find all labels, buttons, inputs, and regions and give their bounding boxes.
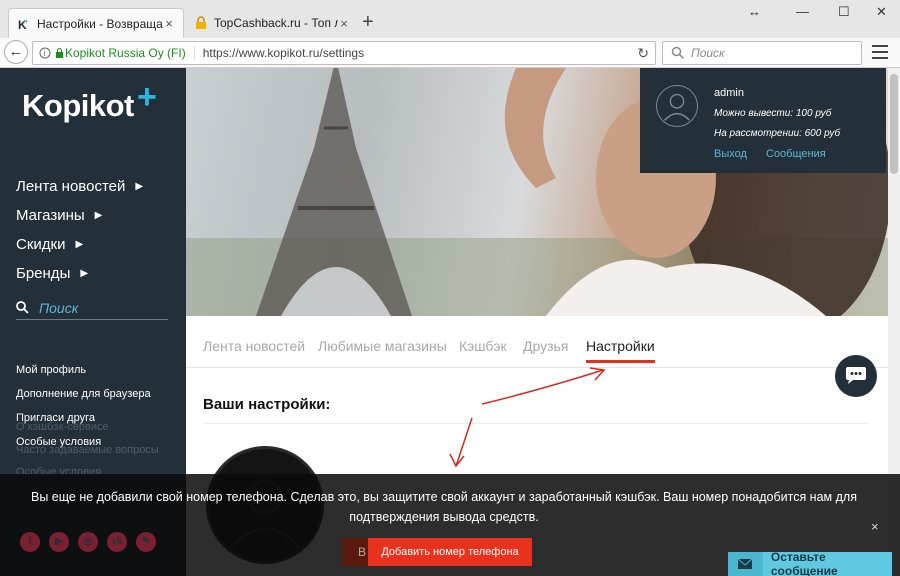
maximize-button[interactable]: ☐ xyxy=(838,4,850,20)
message-line: подтверждения вывода средств. xyxy=(349,510,539,524)
tab-close-icon[interactable]: × xyxy=(163,16,175,31)
chevron-right-icon: ▶ xyxy=(94,210,103,221)
page-title: Ваши настройки: xyxy=(203,396,331,413)
profile-tabs: Лента новостей Любимые магазины Кэшбэк Д… xyxy=(186,316,888,368)
tab-close-icon[interactable]: × xyxy=(338,16,350,31)
phone-notification-message: Вы еще не добавили свой номер телефона. … xyxy=(0,487,888,527)
hamburger-menu-icon[interactable] xyxy=(872,45,888,63)
browser-search-input[interactable]: Поиск xyxy=(662,41,862,65)
sidebar-item-news[interactable]: Лента новостей ▶ xyxy=(16,178,143,195)
minimize-button[interactable]: — xyxy=(796,4,809,19)
chevron-right-icon: ▶ xyxy=(75,239,84,250)
chevron-right-icon: ▶ xyxy=(80,268,89,279)
withdraw-label: Можно вывести: xyxy=(714,108,796,119)
scrollbar-thumb[interactable] xyxy=(890,74,898,174)
tab-favorite-shops[interactable]: Любимые магазины xyxy=(318,338,447,354)
close-window-button[interactable]: ✕ xyxy=(876,4,887,20)
browser-tab-bar: K+ Настройки - Возвращайт... × TopCashba… xyxy=(0,0,900,38)
logout-link[interactable]: Выход xyxy=(714,148,747,160)
tab-cashback[interactable]: Кэшбэк xyxy=(459,338,507,354)
kopikot-logo[interactable]: Kopikot xyxy=(22,88,134,124)
link-invite-friend[interactable]: Пригласи друга xyxy=(16,412,95,424)
new-tab-button[interactable]: + xyxy=(362,12,374,32)
leave-message-button[interactable]: Оставьте сообщение xyxy=(728,550,892,576)
withdraw-value: 100 руб xyxy=(795,108,832,119)
user-avatar-icon[interactable] xyxy=(656,85,698,127)
link-my-profile[interactable]: Мой профиль xyxy=(16,364,86,376)
blog-icon[interactable]: ✎ xyxy=(136,532,156,552)
withdraw-row: Можно вывести: 100 руб xyxy=(714,108,831,119)
pending-row: На рассмотрении: 600 руб xyxy=(714,128,840,139)
tab-title: TopCashback.ru - Топ лу... xyxy=(214,16,338,30)
resize-icon[interactable]: ↔ xyxy=(748,4,761,19)
svg-text:+: + xyxy=(24,17,29,26)
reload-icon[interactable]: ↻ xyxy=(637,45,655,62)
envelope-icon xyxy=(728,552,763,576)
overlay-close-icon[interactable]: × xyxy=(871,519,879,534)
site-info-icon[interactable]: i xyxy=(39,47,65,59)
annotation-arrows xyxy=(449,367,606,468)
lock-favicon-icon xyxy=(196,16,206,29)
tab-settings[interactable]: Настройки xyxy=(586,338,655,363)
messages-link[interactable]: Сообщения xyxy=(766,148,826,160)
add-phone-button[interactable]: Добавить номер телефона xyxy=(368,538,532,566)
tab-news[interactable]: Лента новостей xyxy=(203,338,305,354)
tab-friends[interactable]: Друзья xyxy=(523,338,568,354)
search-icon xyxy=(16,301,29,314)
chat-bubble-icon[interactable] xyxy=(835,355,877,397)
browser-nav-bar: ← i Kopikot Russia Oy (FI) https://www.k… xyxy=(0,38,900,68)
chevron-right-icon: ▶ xyxy=(135,181,144,192)
instagram-icon[interactable]: ◎ xyxy=(78,532,98,552)
username: admin xyxy=(714,87,744,99)
svg-text:i: i xyxy=(44,49,46,58)
logo-plus-icon: + xyxy=(137,78,157,116)
url-text[interactable]: https://www.kopikot.ru/settings xyxy=(203,46,638,60)
pending-label: На рассмотрении: xyxy=(714,128,805,139)
kopikot-favicon-icon: K+ xyxy=(18,17,29,31)
sidebar-item-label: Бренды xyxy=(16,265,71,282)
address-bar[interactable]: i Kopikot Russia Oy (FI) https://www.kop… xyxy=(32,41,656,65)
browser-tab-kopikot[interactable]: K+ Настройки - Возвращайт... × xyxy=(8,8,184,38)
link-browser-addon[interactable]: Дополнение для браузера xyxy=(16,388,151,400)
facebook-icon[interactable]: f xyxy=(20,532,40,552)
message-line: Вы еще не добавили свой номер телефона. … xyxy=(31,490,857,504)
user-panel: admin Можно вывести: 100 руб На рассмотр… xyxy=(640,68,886,173)
sidebar-item-brands[interactable]: Бренды ▶ xyxy=(16,265,88,282)
search-placeholder: Поиск xyxy=(691,46,725,60)
sidebar-search-input[interactable]: Поиск xyxy=(16,296,168,320)
vk-icon[interactable]: vk xyxy=(107,532,127,552)
browser-tab-topcashback[interactable]: TopCashback.ru - Топ лу... × xyxy=(186,8,358,38)
search-placeholder: Поиск xyxy=(39,299,79,316)
sidebar-item-label: Магазины xyxy=(16,207,85,224)
pending-value: 600 руб xyxy=(804,128,841,139)
sidebar-item-discounts[interactable]: Скидки ▶ xyxy=(16,236,83,253)
sidebar-item-label: Скидки xyxy=(16,236,66,253)
back-button[interactable]: ← xyxy=(4,40,28,64)
tab-title: Настройки - Возвращайт... xyxy=(37,16,163,31)
link-special-terms[interactable]: Особые условия xyxy=(16,436,101,448)
sidebar-item-label: Лента новостей xyxy=(16,178,126,195)
sidebar-item-shops[interactable]: Магазины ▶ xyxy=(16,207,102,224)
search-icon xyxy=(671,46,685,60)
site-identity: Kopikot Russia Oy (FI) xyxy=(65,46,195,60)
leave-message-label: Оставьте сообщение xyxy=(770,550,838,576)
youtube-icon[interactable]: ▶ xyxy=(49,532,69,552)
speech-bubble-icon xyxy=(846,367,866,384)
